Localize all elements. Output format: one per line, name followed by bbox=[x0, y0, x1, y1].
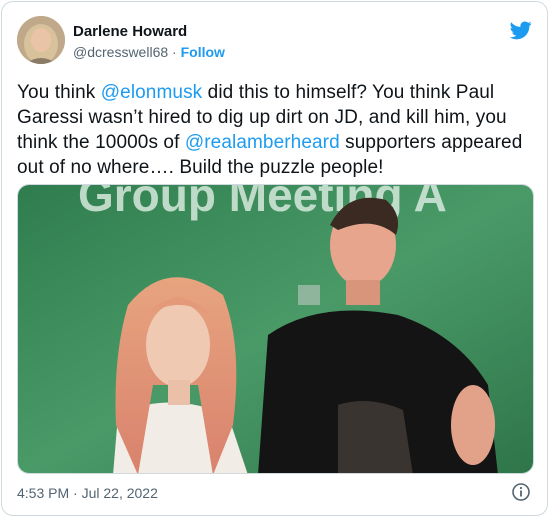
mention-realamberheard[interactable]: @realamberheard bbox=[185, 132, 340, 153]
twitter-bird-icon[interactable] bbox=[509, 19, 532, 41]
tweet-header: Darlene Howard @dcresswell68 · Follow bbox=[17, 16, 532, 66]
author-names: Darlene Howard @dcresswell68 · Follow bbox=[73, 22, 225, 62]
mention-elonmusk[interactable]: @elonmusk bbox=[101, 82, 203, 103]
author-display-name[interactable]: Darlene Howard bbox=[73, 22, 225, 41]
tweet-card[interactable]: Darlene Howard @dcresswell68 · Follow Yo… bbox=[1, 1, 548, 516]
author-handle[interactable]: @dcresswell68 bbox=[73, 44, 168, 60]
avatar[interactable] bbox=[17, 16, 65, 64]
tweet-text: You think @elonmusk did this to himself?… bbox=[17, 80, 532, 180]
info-icon[interactable] bbox=[511, 482, 531, 502]
tweet-photo[interactable]: Group Meeting A bbox=[17, 184, 534, 474]
tweet-text-part: You think bbox=[17, 82, 101, 103]
follow-link[interactable]: Follow bbox=[181, 44, 225, 60]
author-handle-row: @dcresswell68 · Follow bbox=[73, 43, 225, 62]
tweet-timestamp[interactable]: 4:53 PM · Jul 22, 2022 bbox=[17, 485, 158, 501]
handle-separator: · bbox=[168, 44, 181, 60]
